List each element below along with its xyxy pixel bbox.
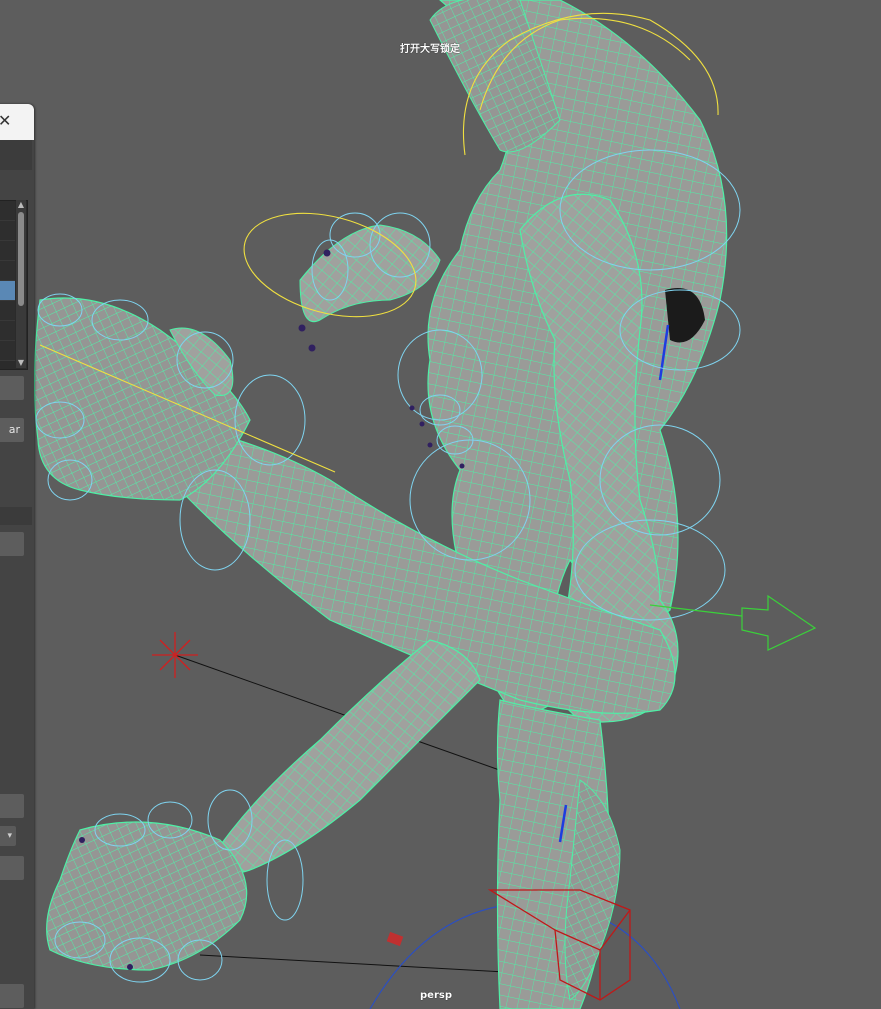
panel-button[interactable]: [0, 794, 24, 818]
panel-button[interactable]: [0, 856, 24, 880]
list-item[interactable]: [0, 321, 15, 341]
scroll-thumb[interactable]: [18, 212, 24, 306]
panel-button[interactable]: [0, 984, 24, 1008]
list-scrollbar[interactable]: ▲ ▼: [16, 200, 26, 368]
panel-button[interactable]: [0, 376, 24, 400]
maya-3d-viewport[interactable]: 打开大写锁定 persp: [0, 0, 881, 1009]
list-item[interactable]: [0, 261, 15, 281]
scroll-down-arrow-icon[interactable]: ▼: [16, 358, 26, 368]
panel-header: [0, 140, 32, 170]
caps-lock-message: 打开大写锁定: [400, 44, 460, 55]
close-icon[interactable]: ✕: [0, 111, 14, 131]
panel-button-partial[interactable]: ar: [0, 418, 24, 442]
scroll-up-arrow-icon[interactable]: ▲: [16, 200, 26, 210]
panel-title-bar[interactable]: ✕: [0, 104, 34, 140]
list-item[interactable]: [0, 201, 15, 221]
camera-name-label: persp: [420, 990, 452, 1001]
list-item[interactable]: [0, 241, 15, 261]
ground-line: [199, 954, 506, 973]
lower-arm-mesh: [209, 639, 481, 874]
list-item[interactable]: [0, 301, 15, 321]
scene-canvas[interactable]: [0, 0, 881, 1009]
panel-button[interactable]: [0, 532, 24, 556]
directional-light-icon: [152, 632, 198, 678]
panel-dropdown[interactable]: ▾: [0, 826, 16, 846]
floating-tool-panel: ✕ ▲ ▼ ar ▾: [0, 104, 34, 1009]
red-marker-icon: [386, 931, 404, 947]
list-item-selected[interactable]: [0, 281, 15, 301]
list-item[interactable]: [0, 221, 15, 241]
list-item[interactable]: [0, 341, 15, 361]
panel-section-divider: [0, 507, 32, 525]
